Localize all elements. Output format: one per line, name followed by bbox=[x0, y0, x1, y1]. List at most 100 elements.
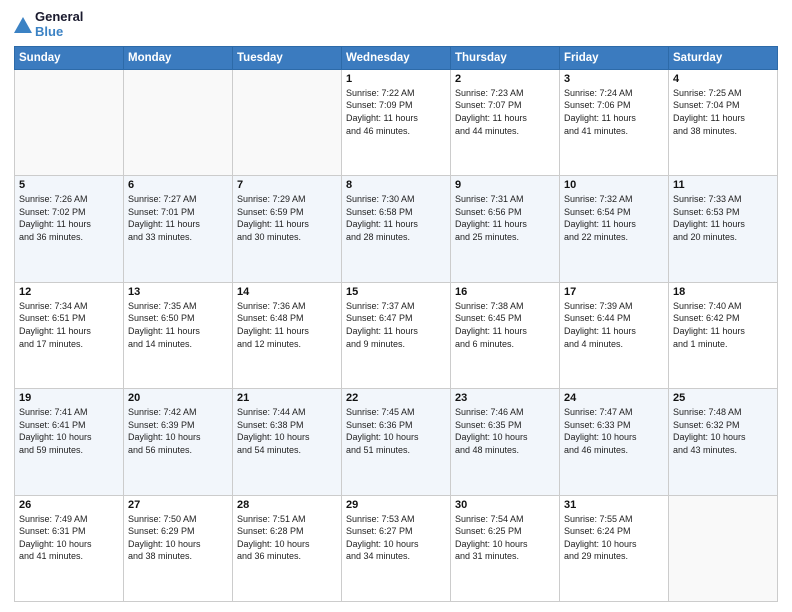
dow-header-saturday: Saturday bbox=[669, 46, 778, 69]
day-info: Sunrise: 7:42 AM Sunset: 6:39 PM Dayligh… bbox=[128, 406, 228, 456]
day-number: 9 bbox=[455, 179, 555, 191]
day-number: 31 bbox=[564, 499, 664, 511]
calendar-cell: 2 Sunrise: 7:23 AM Sunset: 7:07 PM Daylig… bbox=[451, 69, 560, 175]
calendar-cell: 19 Sunrise: 7:41 AM Sunset: 6:41 PM Dayli… bbox=[15, 389, 124, 495]
day-info: Sunrise: 7:32 AM Sunset: 6:54 PM Dayligh… bbox=[564, 193, 664, 243]
calendar-cell: 8 Sunrise: 7:30 AM Sunset: 6:58 PM Daylig… bbox=[342, 176, 451, 282]
calendar-cell: 4Sunrise: 7:25 AM Sunset: 7:04 PM Daylig… bbox=[669, 69, 778, 175]
day-info: Sunrise: 7:51 AM Sunset: 6:28 PM Dayligh… bbox=[237, 513, 337, 563]
day-info: Sunrise: 7:35 AM Sunset: 6:50 PM Dayligh… bbox=[128, 300, 228, 350]
day-info: Sunrise: 7:24 AM Sunset: 7:06 PM Dayligh… bbox=[564, 87, 664, 137]
calendar-cell: 13 Sunrise: 7:35 AM Sunset: 6:50 PM Dayli… bbox=[124, 282, 233, 388]
calendar-cell bbox=[124, 69, 233, 175]
page: General Blue SundayMondayTuesdayWednesda… bbox=[0, 0, 792, 612]
dow-header-sunday: Sunday bbox=[15, 46, 124, 69]
calendar-cell: 10 Sunrise: 7:32 AM Sunset: 6:54 PM Dayli… bbox=[560, 176, 669, 282]
day-number: 28 bbox=[237, 499, 337, 511]
header: General Blue bbox=[14, 10, 778, 40]
calendar-cell: 12 Sunrise: 7:34 AM Sunset: 6:51 PM Dayli… bbox=[15, 282, 124, 388]
day-number: 7 bbox=[237, 179, 337, 191]
day-number: 20 bbox=[128, 392, 228, 404]
day-info: Sunrise: 7:46 AM Sunset: 6:35 PM Dayligh… bbox=[455, 406, 555, 456]
day-info: Sunrise: 7:48 AM Sunset: 6:32 PM Dayligh… bbox=[673, 406, 773, 456]
calendar-cell: 27Sunrise: 7:50 AM Sunset: 6:29 PM Dayli… bbox=[124, 495, 233, 601]
day-number: 18 bbox=[673, 286, 773, 298]
day-info: Sunrise: 7:38 AM Sunset: 6:45 PM Dayligh… bbox=[455, 300, 555, 350]
logo: General Blue bbox=[14, 10, 83, 40]
day-info: Sunrise: 7:47 AM Sunset: 6:33 PM Dayligh… bbox=[564, 406, 664, 456]
dow-header-thursday: Thursday bbox=[451, 46, 560, 69]
day-number: 15 bbox=[346, 286, 446, 298]
calendar-cell: 24 Sunrise: 7:47 AM Sunset: 6:33 PM Dayli… bbox=[560, 389, 669, 495]
logo-general: General bbox=[35, 10, 83, 25]
calendar-cell: 26 Sunrise: 7:49 AM Sunset: 6:31 PM Dayli… bbox=[15, 495, 124, 601]
calendar-cell: 6Sunrise: 7:27 AM Sunset: 7:01 PM Daylig… bbox=[124, 176, 233, 282]
day-number: 27 bbox=[128, 499, 228, 511]
logo-blue: Blue bbox=[35, 25, 83, 40]
calendar-cell: 5 Sunrise: 7:26 AM Sunset: 7:02 PM Daylig… bbox=[15, 176, 124, 282]
day-number: 8 bbox=[346, 179, 446, 191]
calendar-cell bbox=[233, 69, 342, 175]
day-number: 13 bbox=[128, 286, 228, 298]
day-info: Sunrise: 7:49 AM Sunset: 6:31 PM Dayligh… bbox=[19, 513, 119, 563]
day-number: 4 bbox=[673, 73, 773, 85]
day-info: Sunrise: 7:23 AM Sunset: 7:07 PM Dayligh… bbox=[455, 87, 555, 137]
day-info: Sunrise: 7:45 AM Sunset: 6:36 PM Dayligh… bbox=[346, 406, 446, 456]
calendar-cell: 31 Sunrise: 7:55 AM Sunset: 6:24 PM Dayli… bbox=[560, 495, 669, 601]
day-number: 30 bbox=[455, 499, 555, 511]
day-info: Sunrise: 7:30 AM Sunset: 6:58 PM Dayligh… bbox=[346, 193, 446, 243]
calendar-cell: 9 Sunrise: 7:31 AM Sunset: 6:56 PM Daylig… bbox=[451, 176, 560, 282]
calendar-cell: 28 Sunrise: 7:51 AM Sunset: 6:28 PM Dayli… bbox=[233, 495, 342, 601]
calendar-cell: 21 Sunrise: 7:44 AM Sunset: 6:38 PM Dayli… bbox=[233, 389, 342, 495]
day-number: 19 bbox=[19, 392, 119, 404]
day-number: 25 bbox=[673, 392, 773, 404]
day-info: Sunrise: 7:55 AM Sunset: 6:24 PM Dayligh… bbox=[564, 513, 664, 563]
dow-header-monday: Monday bbox=[124, 46, 233, 69]
day-number: 1 bbox=[346, 73, 446, 85]
day-number: 10 bbox=[564, 179, 664, 191]
day-info: Sunrise: 7:34 AM Sunset: 6:51 PM Dayligh… bbox=[19, 300, 119, 350]
calendar-cell: 23 Sunrise: 7:46 AM Sunset: 6:35 PM Dayli… bbox=[451, 389, 560, 495]
day-number: 23 bbox=[455, 392, 555, 404]
calendar-cell: 7Sunrise: 7:29 AM Sunset: 6:59 PM Daylig… bbox=[233, 176, 342, 282]
calendar-table: SundayMondayTuesdayWednesdayThursdayFrid… bbox=[14, 46, 778, 602]
calendar-cell: 3 Sunrise: 7:24 AM Sunset: 7:06 PM Daylig… bbox=[560, 69, 669, 175]
day-info: Sunrise: 7:33 AM Sunset: 6:53 PM Dayligh… bbox=[673, 193, 773, 243]
day-info: Sunrise: 7:40 AM Sunset: 6:42 PM Dayligh… bbox=[673, 300, 773, 350]
day-info: Sunrise: 7:22 AM Sunset: 7:09 PM Dayligh… bbox=[346, 87, 446, 137]
day-info: Sunrise: 7:44 AM Sunset: 6:38 PM Dayligh… bbox=[237, 406, 337, 456]
calendar-cell: 20 Sunrise: 7:42 AM Sunset: 6:39 PM Dayli… bbox=[124, 389, 233, 495]
day-number: 29 bbox=[346, 499, 446, 511]
day-number: 24 bbox=[564, 392, 664, 404]
day-number: 26 bbox=[19, 499, 119, 511]
dow-header-tuesday: Tuesday bbox=[233, 46, 342, 69]
day-number: 22 bbox=[346, 392, 446, 404]
calendar-cell: 29 Sunrise: 7:53 AM Sunset: 6:27 PM Dayli… bbox=[342, 495, 451, 601]
calendar-cell bbox=[669, 495, 778, 601]
day-info: Sunrise: 7:54 AM Sunset: 6:25 PM Dayligh… bbox=[455, 513, 555, 563]
day-info: Sunrise: 7:41 AM Sunset: 6:41 PM Dayligh… bbox=[19, 406, 119, 456]
day-number: 3 bbox=[564, 73, 664, 85]
dow-header-wednesday: Wednesday bbox=[342, 46, 451, 69]
calendar-cell: 17Sunrise: 7:39 AM Sunset: 6:44 PM Dayli… bbox=[560, 282, 669, 388]
day-info: Sunrise: 7:53 AM Sunset: 6:27 PM Dayligh… bbox=[346, 513, 446, 563]
calendar-cell: 15 Sunrise: 7:37 AM Sunset: 6:47 PM Dayli… bbox=[342, 282, 451, 388]
calendar-cell: 22 Sunrise: 7:45 AM Sunset: 6:36 PM Dayli… bbox=[342, 389, 451, 495]
day-info: Sunrise: 7:27 AM Sunset: 7:01 PM Dayligh… bbox=[128, 193, 228, 243]
calendar-cell: 18 Sunrise: 7:40 AM Sunset: 6:42 PM Dayli… bbox=[669, 282, 778, 388]
day-info: Sunrise: 7:39 AM Sunset: 6:44 PM Dayligh… bbox=[564, 300, 664, 350]
day-number: 14 bbox=[237, 286, 337, 298]
day-info: Sunrise: 7:37 AM Sunset: 6:47 PM Dayligh… bbox=[346, 300, 446, 350]
day-number: 5 bbox=[19, 179, 119, 191]
day-info: Sunrise: 7:31 AM Sunset: 6:56 PM Dayligh… bbox=[455, 193, 555, 243]
day-number: 2 bbox=[455, 73, 555, 85]
day-number: 12 bbox=[19, 286, 119, 298]
calendar-cell: 16 Sunrise: 7:38 AM Sunset: 6:45 PM Dayli… bbox=[451, 282, 560, 388]
calendar-cell: 25 Sunrise: 7:48 AM Sunset: 6:32 PM Dayli… bbox=[669, 389, 778, 495]
day-number: 21 bbox=[237, 392, 337, 404]
day-info: Sunrise: 7:26 AM Sunset: 7:02 PM Dayligh… bbox=[19, 193, 119, 243]
day-info: Sunrise: 7:36 AM Sunset: 6:48 PM Dayligh… bbox=[237, 300, 337, 350]
day-number: 11 bbox=[673, 179, 773, 191]
day-number: 16 bbox=[455, 286, 555, 298]
calendar-cell: 1 Sunrise: 7:22 AM Sunset: 7:09 PM Daylig… bbox=[342, 69, 451, 175]
